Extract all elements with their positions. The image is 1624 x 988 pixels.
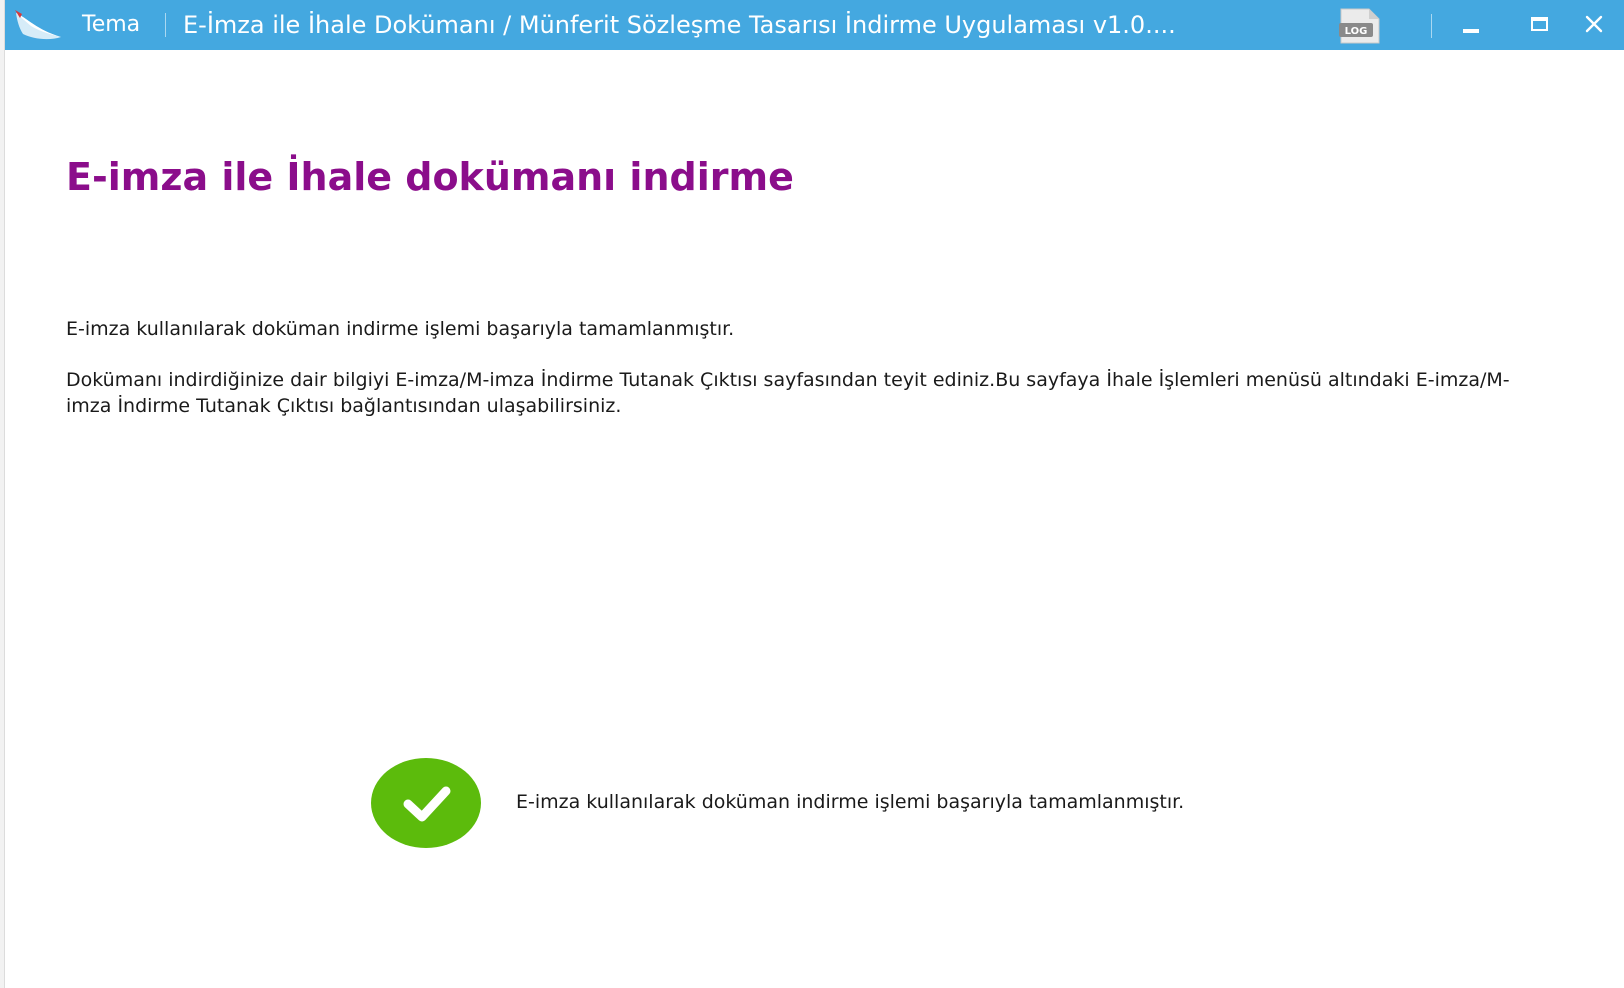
controls-divider (1431, 14, 1432, 38)
log-button[interactable]: LOG (1335, 7, 1383, 45)
maximize-icon (1531, 17, 1548, 31)
window-title: E-İmza ile İhale Dokümanı / Münferit Söz… (183, 11, 1176, 39)
minimize-button[interactable] (1442, 0, 1502, 50)
minimize-icon (1463, 29, 1479, 33)
info-paragraph: E-imza kullanılarak doküman indirme işle… (66, 318, 735, 340)
page-title: E-imza ile İhale dokümanı indirme (66, 155, 794, 199)
close-button[interactable] (1575, 0, 1624, 50)
close-icon (1585, 15, 1603, 33)
log-file-icon: LOG (1339, 8, 1380, 44)
title-bar[interactable]: Tema E-İmza ile İhale Dokümanı / Münferi… (5, 0, 1624, 50)
success-status: E-imza kullanılarak doküman indirme işle… (370, 755, 1330, 851)
app-name: Tema (82, 12, 141, 37)
check-circle-icon (370, 755, 486, 851)
main-content: E-imza ile İhale dokümanı indirme E-imza… (5, 50, 1624, 988)
maximize-button[interactable] (1510, 0, 1570, 50)
title-divider (165, 13, 166, 37)
success-message: E-imza kullanılarak doküman indirme işle… (516, 791, 1185, 813)
log-label: LOG (1345, 26, 1368, 37)
app-window: Tema E-İmza ile İhale Dokümanı / Münferi… (0, 0, 1624, 988)
app-logo-icon (13, 8, 67, 44)
info-paragraph: Dokümanı indirdiğinize dair bilgiyi E-im… (66, 369, 1510, 417)
